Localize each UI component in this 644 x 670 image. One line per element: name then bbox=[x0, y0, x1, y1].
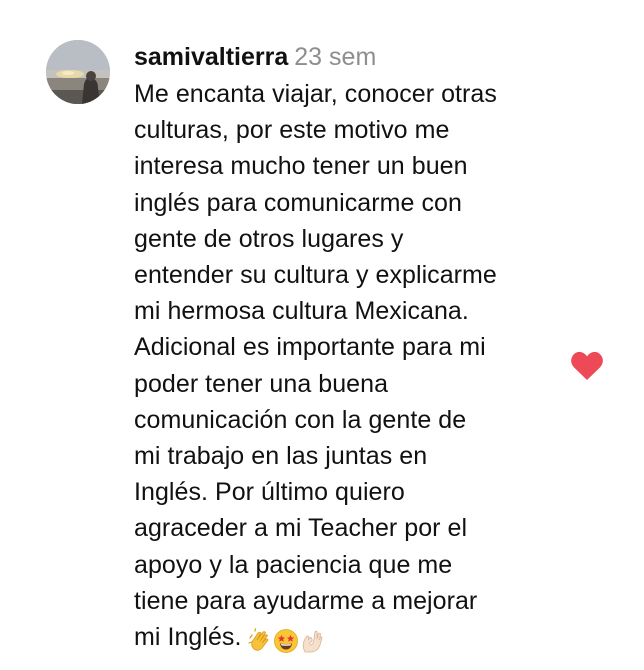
like-button[interactable] bbox=[570, 350, 604, 382]
comment-content: samivaltierra 23 sem Me encanta viajar, c… bbox=[134, 40, 574, 658]
comment-text: Me encanta viajar, conocer otras cultura… bbox=[134, 80, 497, 652]
profile-photo-icon bbox=[46, 40, 110, 104]
comment: samivaltierra 23 sem Me encanta viajar, c… bbox=[0, 0, 644, 670]
heart-icon bbox=[571, 351, 603, 380]
comment-text-block: Me encanta viajar, conocer otras cultura… bbox=[134, 76, 574, 658]
clapping-hands-emoji-icon bbox=[248, 628, 269, 652]
emoji-group bbox=[247, 622, 325, 658]
star-struck-emoji-icon bbox=[274, 629, 299, 654]
comment-header: samivaltierra 23 sem bbox=[134, 40, 574, 74]
timestamp: 23 sem bbox=[294, 43, 377, 71]
ok-hand-emoji-icon bbox=[303, 631, 323, 653]
username-link[interactable]: samivaltierra bbox=[134, 43, 288, 71]
avatar[interactable] bbox=[46, 40, 110, 104]
